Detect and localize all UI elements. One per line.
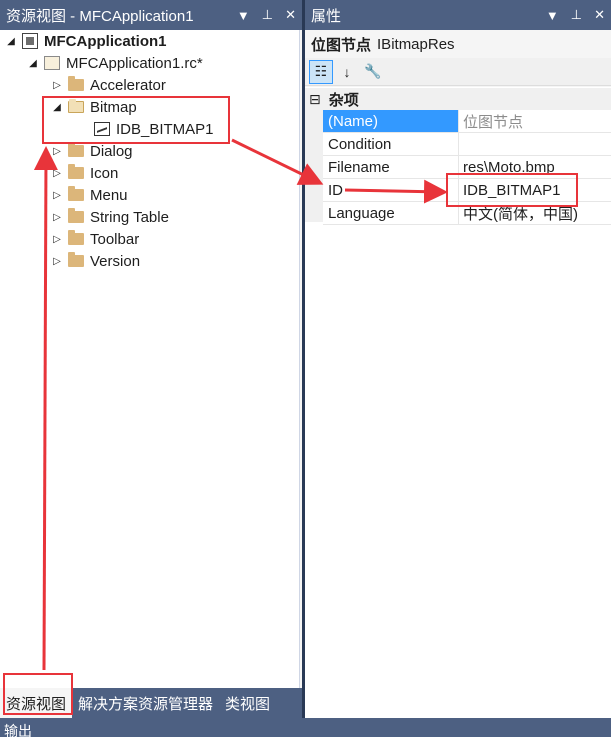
expanded-arrow-icon[interactable]: ◢ <box>26 58 40 69</box>
property-row-condition[interactable]: Condition <box>323 133 611 156</box>
collapsed-arrow-icon[interactable]: ▷ <box>50 80 64 91</box>
folder-icon <box>68 252 84 267</box>
tab-solution-explorer[interactable]: 解决方案资源管理器 <box>72 688 219 718</box>
expanded-arrow-icon[interactable]: ◢ <box>4 36 18 47</box>
category-label: 杂项 <box>328 91 359 109</box>
pin-icon[interactable]: ⊥ <box>571 7 582 23</box>
tree-label-dialog: Dialog <box>90 142 133 160</box>
collapse-icon[interactable]: ⊟ <box>309 91 321 108</box>
tree-label-string-table: String Table <box>90 208 169 226</box>
tree-label-menu: Menu <box>90 186 128 204</box>
collapsed-arrow-icon[interactable]: ▷ <box>50 190 64 201</box>
tree-label-version: Version <box>90 252 141 270</box>
annotation-box-bitmap <box>42 96 230 144</box>
folder-icon <box>68 230 84 245</box>
category-row[interactable]: ⊟ 杂项 <box>305 88 611 110</box>
annotation-box-tab <box>3 673 73 715</box>
tree-item-accelerator[interactable]: ▷ Accelerator <box>50 74 166 96</box>
project-icon <box>22 33 38 49</box>
folder-icon <box>68 76 84 91</box>
property-row-name[interactable]: (Name) 位图节点 <box>323 110 611 133</box>
folder-icon <box>68 208 84 223</box>
tab-class-view[interactable]: 类视图 <box>219 688 276 718</box>
tree-item-rc-file[interactable]: ◢ MFCApplication1.rc* <box>26 52 203 74</box>
selected-object-header: 位图节点 IBitmapRes <box>305 30 611 58</box>
object-type: IBitmapRes <box>377 35 455 53</box>
tree-item-menu[interactable]: ▷ Menu <box>50 184 128 206</box>
categorized-icon[interactable]: ☷ <box>309 59 333 84</box>
close-icon[interactable]: ✕ <box>594 7 605 23</box>
pin-icon[interactable]: ⊥ <box>262 7 273 23</box>
resource-view-title: 资源视图 - MFCApplication1 <box>6 7 194 25</box>
property-name: Language <box>323 202 459 224</box>
tree-item-project[interactable]: ◢ MFCApplication1 <box>4 30 167 52</box>
tree-item-icon[interactable]: ▷ Icon <box>50 162 118 184</box>
object-name: 位图节点 <box>311 36 372 54</box>
close-icon[interactable]: ✕ <box>285 7 296 23</box>
wrench-icon[interactable]: 🔧 <box>361 60 385 84</box>
property-name: Condition <box>323 133 459 155</box>
tree-label-project: MFCApplication1 <box>44 32 167 50</box>
rc-file-icon <box>44 56 60 70</box>
properties-titlebar: 属性 ▼ ⊥ ✕ <box>305 0 611 30</box>
properties-title: 属性 <box>311 7 342 25</box>
annotation-box-id <box>446 173 578 207</box>
tree-label-accelerator: Accelerator <box>90 76 166 94</box>
tree-item-string-table[interactable]: ▷ String Table <box>50 206 169 228</box>
tree-item-version[interactable]: ▷ Version <box>50 250 140 272</box>
property-value[interactable]: 位图节点 <box>459 110 611 132</box>
folder-icon <box>68 186 84 201</box>
tree-label-toolbar: Toolbar <box>90 230 140 248</box>
collapsed-arrow-icon[interactable]: ▷ <box>50 234 64 245</box>
sort-alphabetical-icon[interactable]: ↓ <box>335 60 359 84</box>
properties-panel: 属性 ▼ ⊥ ✕ 位图节点 IBitmapRes ☷ ↓ 🔧 ⊟ 杂项 (Nam… <box>305 0 611 718</box>
output-tab[interactable]: 输出 <box>0 718 611 737</box>
property-name: ID <box>323 179 459 201</box>
tree-label-icon: Icon <box>90 164 119 182</box>
dropdown-icon[interactable]: ▼ <box>546 8 559 23</box>
tree-item-toolbar[interactable]: ▷ Toolbar <box>50 228 139 250</box>
property-value[interactable] <box>459 133 611 155</box>
collapsed-arrow-icon[interactable]: ▷ <box>50 256 64 267</box>
property-name: Filename <box>323 156 459 178</box>
resource-view-titlebar: 资源视图 - MFCApplication1 ▼ ⊥ ✕ <box>0 0 302 30</box>
collapsed-arrow-icon[interactable]: ▷ <box>50 168 64 179</box>
folder-icon <box>68 142 84 157</box>
collapsed-arrow-icon[interactable]: ▷ <box>50 212 64 223</box>
collapsed-arrow-icon[interactable]: ▷ <box>50 146 64 157</box>
property-name: (Name) <box>323 110 459 132</box>
tree-label-rc-file: MFCApplication1.rc* <box>66 54 203 72</box>
folder-icon <box>68 164 84 179</box>
properties-toolbar: ☷ ↓ 🔧 <box>305 58 611 86</box>
dropdown-icon[interactable]: ▼ <box>237 8 250 23</box>
